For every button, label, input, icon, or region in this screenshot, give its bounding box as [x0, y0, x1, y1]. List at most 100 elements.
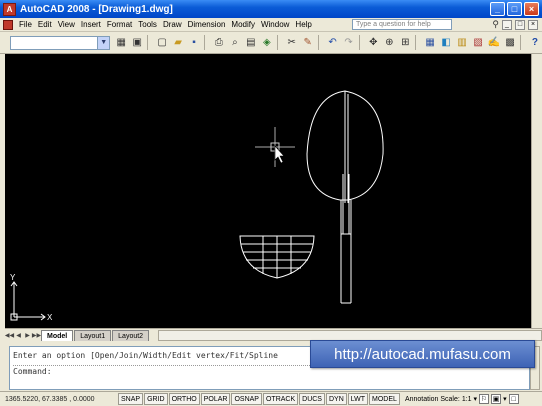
bowl-drawing — [239, 235, 315, 279]
toolbar-group-5: ↶ ↷ — [326, 36, 356, 50]
toolbar-divider — [204, 35, 205, 50]
lock-icon[interactable]: ▣ — [491, 394, 502, 404]
toolbar-divider — [358, 35, 360, 50]
help-icon[interactable]: ? — [528, 36, 542, 50]
tab-prev-icon[interactable]: ◀ — [14, 330, 23, 341]
tab-next-icon[interactable]: ▶ — [23, 330, 32, 341]
title-bar: A AutoCAD 2008 - [Drawing1.dwg] _ □ × — [0, 0, 542, 18]
coordinate-readout[interactable]: 1365.5220, 67.3385 , 0.0000 — [0, 396, 118, 403]
dyn-toggle[interactable]: DYN — [325, 393, 347, 405]
spoon-drawing — [306, 90, 384, 304]
toolbar-divider — [415, 35, 417, 50]
menu-file[interactable]: File — [16, 20, 35, 29]
lwt-toggle[interactable]: LWT — [347, 393, 369, 405]
grid-icon[interactable]: ▣ — [130, 36, 144, 50]
save-icon[interactable]: ▪ — [187, 36, 201, 50]
publish-icon[interactable]: ◈ — [260, 36, 274, 50]
vertical-scrollbar[interactable] — [531, 54, 542, 328]
drawing-canvas[interactable]: Y X — [5, 54, 531, 328]
menu-insert[interactable]: Insert — [78, 20, 104, 29]
toolbar-divider — [276, 35, 278, 50]
menu-tools[interactable]: Tools — [135, 20, 160, 29]
maximize-button[interactable]: □ — [507, 2, 522, 16]
tab-layout2[interactable]: Layout2 — [112, 330, 150, 341]
close-button[interactable]: × — [524, 2, 539, 16]
clean-screen-icon[interactable]: □ — [508, 394, 519, 404]
tab-layout1[interactable]: Layout1 — [74, 330, 112, 341]
preview-icon[interactable]: ⌕ — [228, 36, 242, 50]
autocad-app-icon[interactable]: A — [3, 2, 16, 16]
menu-draw[interactable]: Draw — [160, 20, 185, 29]
annotation-visibility-icon[interactable]: ⚐ — [479, 394, 490, 404]
zoom-icon[interactable]: ⊕ — [382, 36, 396, 50]
toolbar-group-6: ✥ ⊕ ⊞ — [366, 36, 412, 50]
toolbar-group-4: ✂ ✎ — [285, 36, 315, 50]
osnap-toggle[interactable]: OSNAP — [231, 393, 262, 405]
chevron-down-icon[interactable]: ▾ — [474, 395, 478, 403]
tab-first-icon[interactable]: ◀◀ — [5, 330, 14, 341]
toolbar-group-1: ▦ ▣ — [114, 36, 144, 50]
ucs-x-label: X — [47, 313, 53, 322]
designcenter-icon[interactable]: ◧ — [439, 36, 453, 50]
menu-help[interactable]: Help — [292, 20, 314, 29]
matchprop-icon[interactable]: ✎ — [301, 36, 315, 50]
snap-toggle[interactable]: SNAP — [118, 393, 144, 405]
window-title: AutoCAD 2008 - [Drawing1.dwg] — [20, 3, 173, 15]
status-bar: 1365.5220, 67.3385 , 0.0000 SNAP GRID OR… — [0, 391, 542, 406]
watermark-banner: http://autocad.mufasu.com — [310, 340, 535, 368]
chevron-down-icon[interactable]: ▾ — [503, 395, 507, 403]
toolbar-group-2: ▢ ▰ ▪ — [155, 36, 201, 50]
cut-icon[interactable]: ✂ — [285, 36, 299, 50]
menu-dimension[interactable]: Dimension — [185, 20, 229, 29]
toolbar-group-3: ⎙ ⌕ ▤ ◈ — [212, 36, 274, 50]
markup-icon[interactable]: ✍ — [487, 36, 501, 50]
annotation-scale-label: Annotation Scale: — [404, 395, 460, 403]
menu-bar: File Edit View Insert Format Tools Draw … — [0, 18, 542, 32]
ucs-icon — [10, 281, 46, 321]
new-icon[interactable]: ▢ — [155, 36, 169, 50]
doc-minimize-button[interactable]: _ — [502, 19, 512, 30]
zoom-window-icon[interactable]: ⊞ — [398, 36, 412, 50]
toolbar-divider — [147, 35, 149, 50]
pan-icon[interactable]: ✥ — [366, 36, 380, 50]
menu-window[interactable]: Window — [258, 20, 292, 29]
layer-icon[interactable]: ▦ — [114, 36, 128, 50]
drawing-svg: Y X — [10, 90, 384, 322]
open-icon[interactable]: ▰ — [171, 36, 185, 50]
ortho-toggle[interactable]: ORTHO — [168, 393, 200, 405]
document-menu-icon[interactable] — [3, 19, 13, 30]
undo-icon[interactable]: ↶ — [326, 36, 340, 50]
menu-edit[interactable]: Edit — [35, 20, 55, 29]
annotation-scale-area: Annotation Scale: 1:1 ▾ ⚐ ▣ ▾ □ — [405, 394, 519, 404]
chevron-down-icon[interactable]: ▼ — [97, 36, 110, 49]
doc-restore-button[interactable]: □ — [515, 19, 525, 30]
toolpalette-icon[interactable]: ▥ — [455, 36, 469, 50]
redo-icon[interactable]: ↷ — [342, 36, 356, 50]
workspace-select[interactable]: ▼ — [10, 35, 111, 50]
sheetset-icon[interactable]: ▧ — [471, 36, 485, 50]
toolbar-group-8: ? — [528, 36, 542, 50]
model-toggle[interactable]: MODEL — [369, 393, 400, 405]
toolbar-divider — [317, 35, 319, 50]
annotation-scale-value[interactable]: 1:1 — [462, 396, 472, 403]
properties-icon[interactable]: ▦ — [423, 36, 437, 50]
menu-view[interactable]: View — [55, 20, 78, 29]
print-icon[interactable]: ⎙ — [212, 36, 226, 50]
minimize-button[interactable]: _ — [490, 2, 505, 16]
search-icon[interactable]: ⚲ — [492, 19, 499, 30]
grid-toggle[interactable]: GRID — [144, 393, 168, 405]
tab-last-icon[interactable]: ▶▶ — [32, 330, 41, 341]
document-window-controls: ⚲ _ □ × — [492, 19, 538, 30]
doc-close-button[interactable]: × — [528, 19, 538, 30]
menu-modify[interactable]: Modify — [228, 20, 258, 29]
calc-icon[interactable]: ▩ — [503, 36, 517, 50]
help-search-input[interactable]: Type a question for help — [352, 19, 452, 30]
ducs-toggle[interactable]: DUCS — [299, 393, 325, 405]
otrack-toggle[interactable]: OTRACK — [262, 393, 299, 405]
plot-icon[interactable]: ▤ — [244, 36, 258, 50]
standard-toolbar: ▼ ▦ ▣ ▢ ▰ ▪ ⎙ ⌕ ▤ ◈ ✂ ✎ ↶ ↷ ✥ ⊕ ⊞ ▦ ◧ ▥ … — [0, 32, 542, 54]
polar-toggle[interactable]: POLAR — [200, 393, 231, 405]
tab-model[interactable]: Model — [41, 330, 74, 341]
toolbar-divider — [520, 35, 521, 50]
menu-format[interactable]: Format — [104, 20, 135, 29]
